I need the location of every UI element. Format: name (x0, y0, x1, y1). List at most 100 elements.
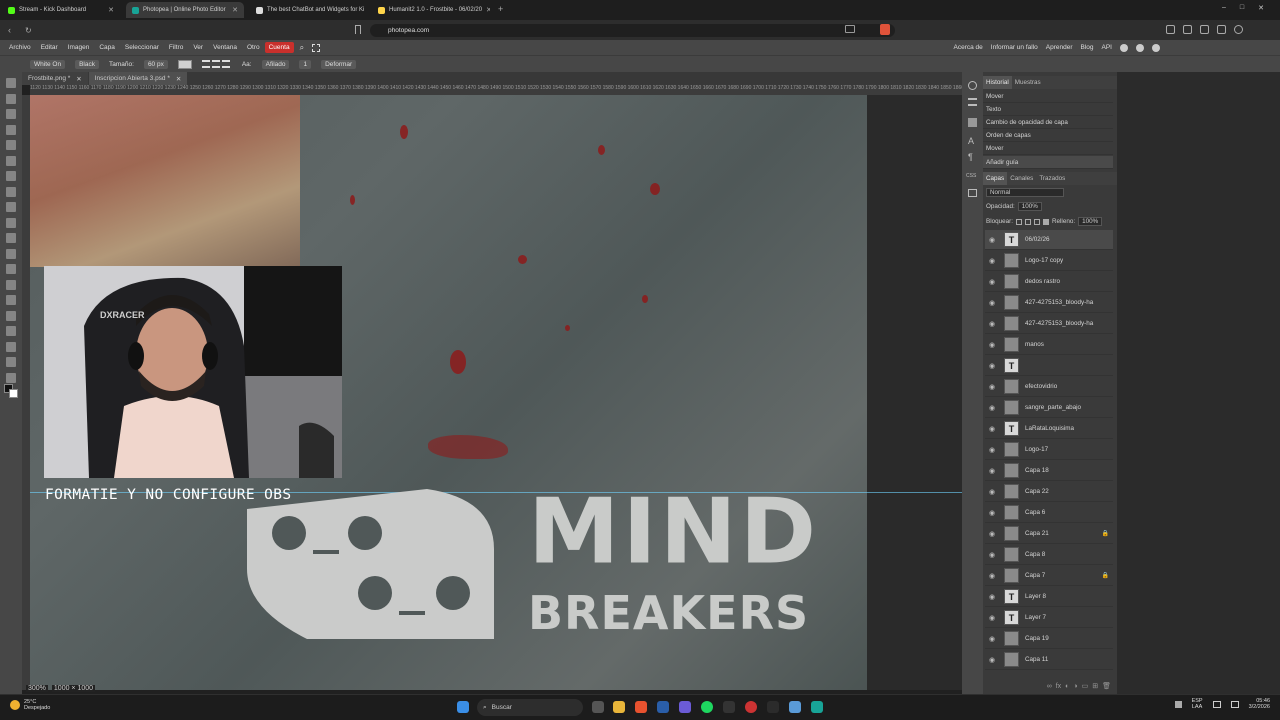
visibility-eye-icon[interactable]: ◉ (988, 341, 996, 349)
visibility-eye-icon[interactable]: ◉ (988, 425, 996, 433)
doc-tab-inscripcion[interactable]: Inscripcion Abierta 3.psd * ✕ (88, 72, 188, 85)
font-style-select[interactable]: Black (75, 59, 99, 69)
visibility-eye-icon[interactable]: ◉ (988, 278, 996, 286)
task-view-icon[interactable] (592, 701, 604, 713)
link-blog[interactable]: Blog (1081, 44, 1094, 51)
screen-icon[interactable] (845, 25, 855, 33)
image-icon[interactable] (968, 189, 977, 197)
menu-seleccionar[interactable]: Seleccionar (120, 40, 164, 55)
close-window-button[interactable]: ✕ (1258, 4, 1264, 12)
visibility-eye-icon[interactable]: ◉ (988, 404, 996, 412)
visibility-eye-icon[interactable]: ◉ (988, 362, 996, 370)
volume-icon[interactable] (1230, 700, 1239, 708)
tab-capas[interactable]: Capas (983, 172, 1008, 185)
visibility-eye-icon[interactable]: ◉ (988, 530, 996, 538)
menu-cuenta[interactable]: Cuenta (264, 42, 294, 53)
gradient-icon[interactable] (6, 248, 16, 259)
new-layer-icon[interactable]: ⊞ (1092, 682, 1098, 690)
close-tab-icon[interactable]: ✕ (486, 6, 490, 14)
close-tab-icon[interactable]: ✕ (232, 6, 238, 14)
layer-row[interactable]: ◉ Capa 7 🔒 (985, 566, 1113, 586)
bookmark-icon[interactable] (355, 25, 361, 34)
search-icon[interactable]: ⌕ (300, 43, 304, 53)
text-color-swatch[interactable] (177, 59, 192, 69)
visibility-eye-icon[interactable]: ◉ (988, 383, 996, 391)
healing-brush-icon[interactable] (6, 171, 16, 181)
layer-row[interactable]: ◉ T 06/02/26 (985, 230, 1113, 250)
align-center-icon[interactable] (211, 59, 220, 68)
fullscreen-icon[interactable] (312, 43, 321, 52)
tab-muestras[interactable]: Muestras (1012, 76, 1044, 89)
obs-icon[interactable] (745, 701, 757, 713)
layer-row[interactable]: ◉ Capa 11 (985, 650, 1113, 670)
browser-tab-chatbot[interactable]: The best ChatBot and Widgets for Ki ✕ (250, 2, 368, 18)
hand-tool-icon[interactable] (6, 357, 16, 367)
mask-icon[interactable]: ◐ (1065, 683, 1069, 690)
history-item[interactable]: Mover (983, 142, 1113, 155)
history-item-current[interactable]: Añadir guía (983, 156, 1113, 169)
adjustment-icon[interactable]: ◑ (1073, 683, 1077, 690)
visibility-eye-icon[interactable]: ◉ (988, 257, 996, 265)
menu-archivo[interactable]: Archivo (4, 40, 36, 55)
shape-tool-icon[interactable] (6, 341, 16, 352)
clock[interactable]: 05:46 3/2/2026 (1249, 698, 1270, 710)
move-tool-icon[interactable] (6, 78, 16, 88)
history-item[interactable]: Orden de capas (983, 129, 1113, 142)
layer-row[interactable]: ◉ Capa 18 (985, 461, 1113, 481)
font-family-select[interactable]: White On (30, 59, 66, 69)
layer-row[interactable]: ◉ T LaRataLoquisima (985, 419, 1113, 439)
properties-icon[interactable] (968, 98, 977, 106)
lock-position-icon[interactable] (1033, 218, 1040, 225)
new-tab-icon[interactable]: + (498, 4, 503, 14)
app-icon[interactable] (767, 701, 779, 713)
layer-row[interactable]: ◉ T (985, 356, 1113, 376)
brave-browser-icon[interactable] (635, 701, 647, 713)
visibility-eye-icon[interactable]: ◉ (988, 509, 996, 517)
font-size-input[interactable]: 60 px (143, 59, 168, 69)
doc-tab-frostbite[interactable]: Frostbite.png * ✕ (22, 72, 88, 85)
menu-otro[interactable]: Otro (242, 40, 265, 55)
visibility-eye-icon[interactable]: ◉ (988, 446, 996, 454)
maximize-button[interactable]: □ (1240, 4, 1244, 12)
layer-row[interactable]: ◉ Logo-17 (985, 440, 1113, 460)
back-icon[interactable]: ‹ (8, 25, 11, 35)
info-icon[interactable] (968, 81, 977, 90)
minimize-button[interactable]: – (1222, 4, 1226, 12)
visibility-eye-icon[interactable]: ◉ (988, 467, 996, 475)
lock-transparency-icon[interactable] (1015, 218, 1022, 225)
menu-editar[interactable]: Editar (36, 40, 63, 55)
eyedropper-icon[interactable] (6, 155, 16, 166)
close-doc-icon[interactable]: ✕ (176, 75, 181, 83)
layer-row[interactable]: ◉ manos (985, 335, 1113, 355)
character-icon[interactable]: A (968, 136, 974, 146)
extension-icon[interactable] (1166, 25, 1175, 34)
reload-icon[interactable]: ↻ (25, 26, 32, 35)
visibility-eye-icon[interactable]: ◉ (988, 593, 996, 601)
opacity-input[interactable]: 100% (1017, 202, 1042, 211)
antialias-select[interactable]: Afilado (261, 59, 290, 69)
zoom-tool-icon[interactable] (6, 372, 16, 383)
eraser-icon[interactable] (6, 233, 16, 243)
taskbar-search[interactable]: ⌕ Buscar (477, 699, 583, 716)
layer-row[interactable]: ◉ sangre_parte_abajo (985, 398, 1113, 418)
layer-row[interactable]: ◉ T Layer 7 (985, 608, 1113, 628)
visibility-eye-icon[interactable]: ◉ (988, 320, 996, 328)
sidebar-toggle-icon[interactable] (1200, 25, 1209, 34)
language-indicator[interactable]: ESP LAA (1192, 698, 1203, 710)
browser-tab-frostbite[interactable]: Humanit2 1.0 - Frostbite - 06/02/20 ✕ (372, 2, 490, 18)
reddit-icon[interactable] (1120, 43, 1128, 52)
link-informar[interactable]: Informar un fallo (991, 44, 1038, 51)
layer-row[interactable]: ◉ Capa 6 (985, 503, 1113, 523)
visibility-eye-icon[interactable]: ◉ (988, 635, 996, 643)
menu-ver[interactable]: Ver (188, 40, 208, 55)
menu-icon[interactable] (1234, 25, 1243, 34)
menu-ventana[interactable]: Ventana (208, 40, 242, 55)
layer-row[interactable]: ◉ dedos rastro (985, 272, 1113, 292)
visibility-eye-icon[interactable]: ◉ (988, 656, 996, 664)
photopea-taskbar-icon[interactable] (811, 701, 823, 713)
menu-imagen[interactable]: Imagen (63, 40, 95, 55)
tray-expand-icon[interactable] (1174, 700, 1182, 708)
brush-tool-icon[interactable] (6, 186, 16, 197)
blend-mode-select[interactable]: Normal (986, 188, 1064, 197)
spotify-icon[interactable] (701, 701, 713, 713)
